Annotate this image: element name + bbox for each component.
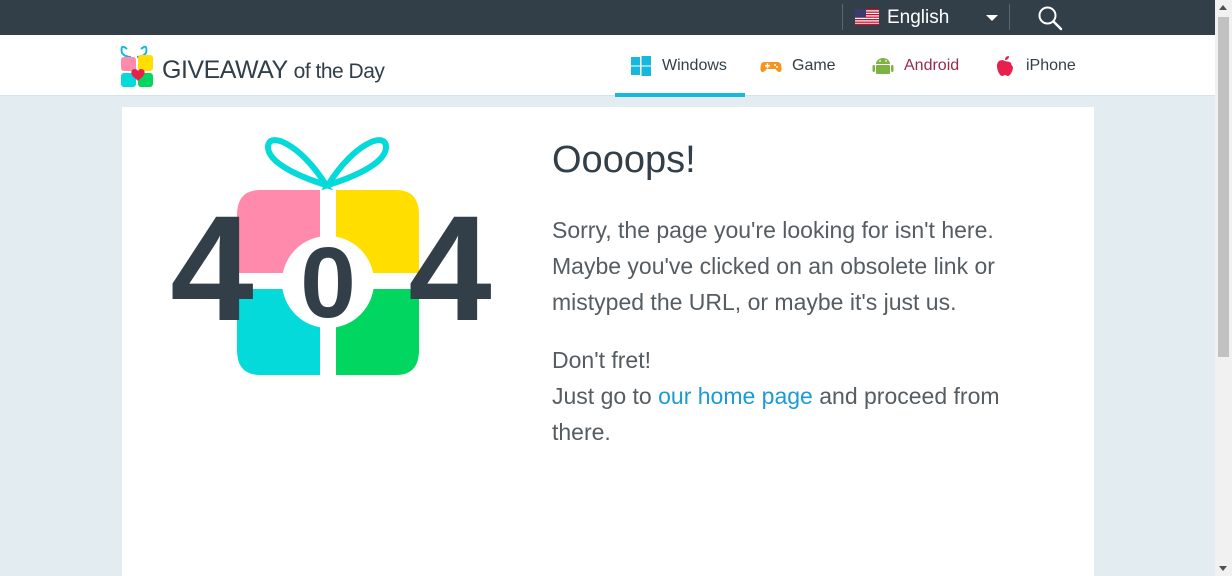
bow-right (321, 137, 390, 191)
home-page-link[interactable]: our home page (658, 383, 813, 409)
there-text: there. (552, 419, 611, 445)
logo-suffix: of the Day (293, 60, 385, 83)
logo-text: GIVEAWAY of the Day (162, 56, 385, 85)
language-label: English (887, 7, 950, 28)
dont-fret-text: Don't fret! (552, 347, 651, 373)
scroll-down-arrow-icon[interactable] (1219, 566, 1227, 571)
search-icon[interactable] (1036, 4, 1064, 32)
site-logo[interactable]: GIVEAWAY of the Day (119, 43, 389, 89)
error-digit-middle: 0 (300, 227, 356, 339)
chevron-down-icon (986, 15, 998, 21)
scroll-up-arrow-icon[interactable] (1219, 5, 1227, 10)
apple-icon (997, 55, 1013, 76)
error-message: Oooops! Sorry, the page you're looking f… (552, 139, 1072, 472)
windows-icon (631, 55, 651, 76)
proceed-text: and proceed from (819, 383, 1000, 409)
nav-android-label: Android (904, 56, 960, 74)
error-description: Sorry, the page you're looking for isn't… (552, 212, 1072, 320)
scroll-thumb[interactable] (1218, 17, 1229, 357)
top-bar: English (0, 0, 1215, 35)
error-line-1: Sorry, the page you're looking for isn't… (552, 217, 994, 243)
android-icon (872, 57, 894, 74)
gamepad-icon (760, 61, 782, 72)
error-digit-left: 4 (170, 184, 253, 352)
vertical-scrollbar[interactable] (1215, 0, 1232, 576)
gift-404-illustration: 4 0 4 (170, 137, 492, 375)
site-header: GIVEAWAY of the Day Windows Game Android… (0, 35, 1215, 97)
error-suggestion: Don't fret! Just go to our home page and… (552, 342, 1072, 450)
error-digit-right: 4 (408, 184, 491, 352)
nav-iphone[interactable]: iPhone (984, 35, 1094, 96)
language-selector[interactable]: English (842, 4, 1010, 30)
error-card: 4 0 4 Oooops! Sorry, the page you're loo… (122, 107, 1094, 576)
nav-windows[interactable]: Windows (615, 35, 745, 97)
nav-iphone-label: iPhone (1026, 56, 1076, 74)
nav-game[interactable]: Game (745, 35, 857, 96)
logo-main: GIVEAWAY (162, 56, 288, 84)
error-line-2: Maybe you've clicked on an obsolete link… (552, 253, 995, 279)
error-line-3: mistyped the URL, or maybe it's just us. (552, 289, 957, 315)
platform-nav: Windows Game Android iPhone (615, 35, 1094, 97)
gift-logo-icon (120, 45, 153, 87)
error-title: Oooops! (552, 139, 696, 181)
us-flag-icon (855, 9, 879, 25)
nav-android[interactable]: Android (857, 35, 984, 96)
nav-windows-label: Windows (662, 56, 727, 74)
just-go-text: Just go to (552, 383, 652, 409)
nav-game-label: Game (792, 56, 836, 74)
bow-left (264, 137, 333, 191)
